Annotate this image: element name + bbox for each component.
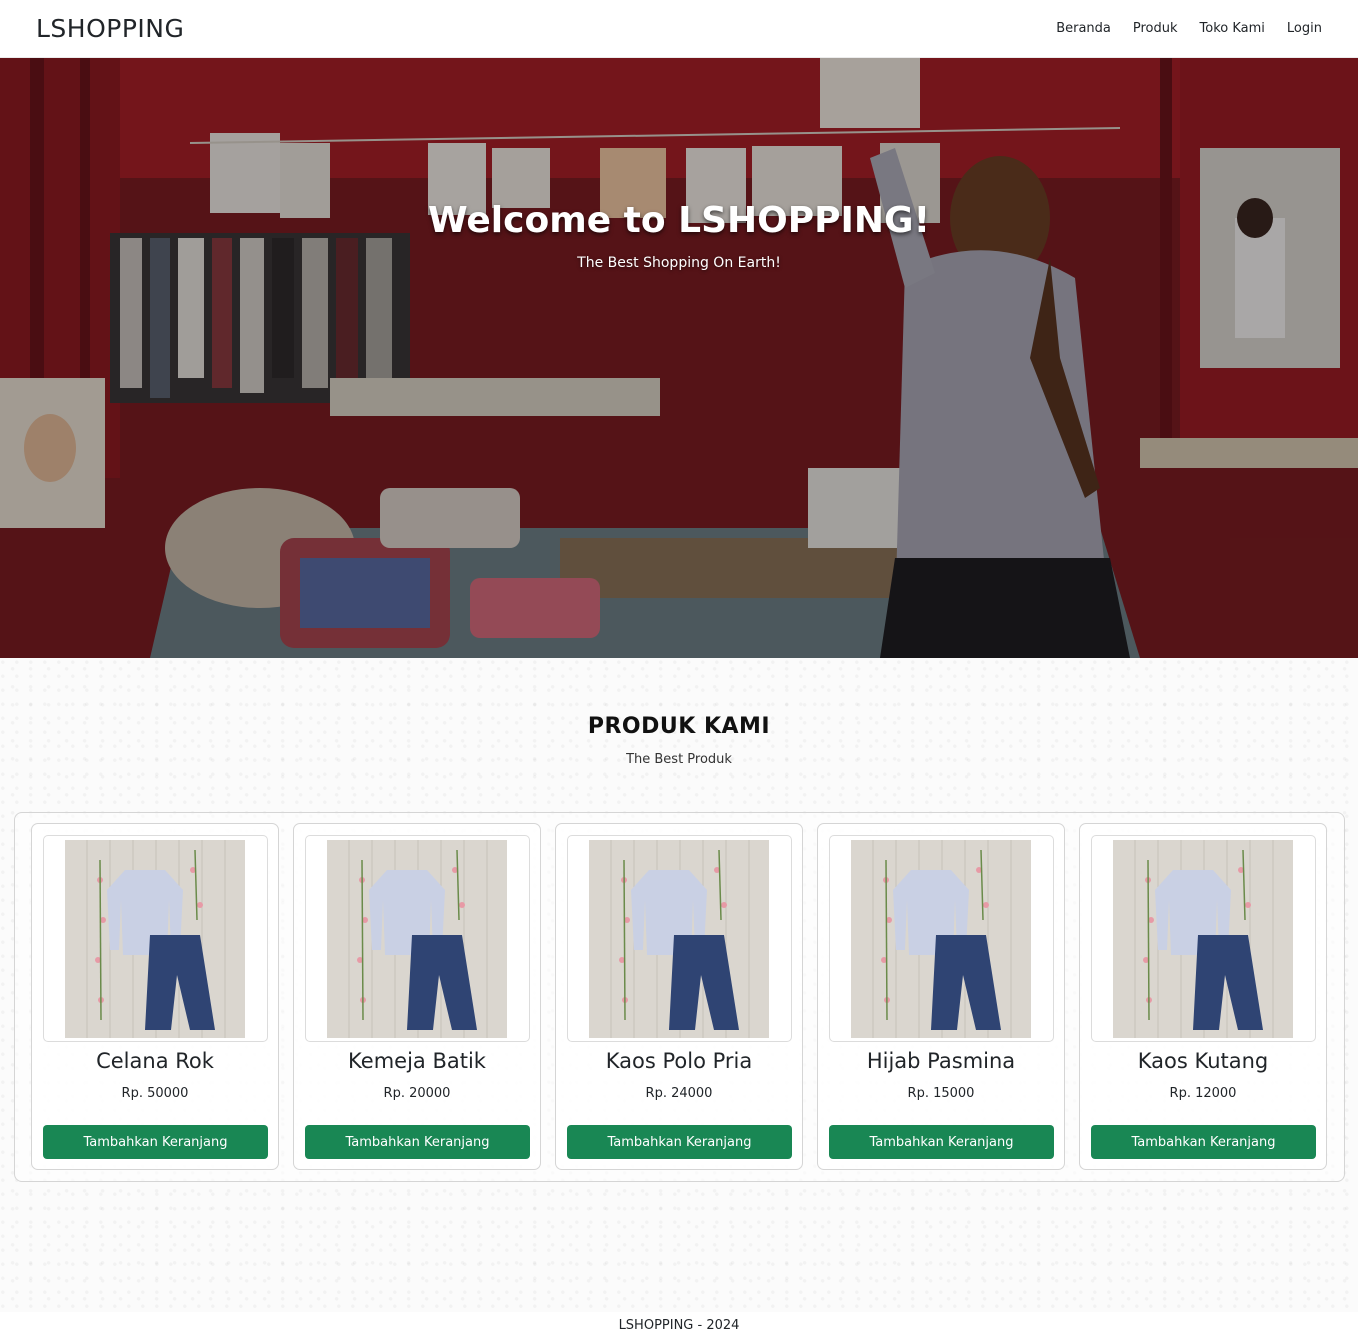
hero-title: Welcome to LSHOPPING! bbox=[427, 200, 931, 241]
product-name: Kaos Kutang bbox=[1137, 1049, 1269, 1073]
nav-link-toko-kami[interactable]: Toko Kami bbox=[1189, 21, 1276, 36]
products-section: PRODUK KAMI The Best Produk Celana Rok R… bbox=[0, 658, 1358, 1312]
footer: LSHOPPING - 2024 bbox=[0, 1312, 1358, 1340]
product-image bbox=[1091, 835, 1316, 1042]
product-image bbox=[567, 835, 792, 1042]
add-to-cart-button[interactable]: Tambahkan Keranjang bbox=[1091, 1125, 1316, 1159]
product-image bbox=[43, 835, 268, 1042]
add-to-cart-button[interactable]: Tambahkan Keranjang bbox=[43, 1125, 268, 1159]
product-card: Kaos Kutang Rp. 12000 Tambahkan Keranjan… bbox=[1079, 823, 1327, 1170]
product-name: Celana Rok bbox=[96, 1049, 214, 1073]
section-title: PRODUK KAMI bbox=[587, 714, 771, 739]
footer-text: LSHOPPING - 2024 bbox=[618, 1318, 740, 1333]
product-price: Rp. 20000 bbox=[383, 1086, 451, 1101]
add-to-cart-button[interactable]: Tambahkan Keranjang bbox=[829, 1125, 1054, 1159]
product-card: Kemeja Batik Rp. 20000 Tambahkan Keranja… bbox=[293, 823, 541, 1170]
hero-subtitle: The Best Shopping On Earth! bbox=[577, 255, 781, 271]
product-list: Celana Rok Rp. 50000 Tambahkan Keranjang… bbox=[14, 812, 1345, 1182]
navbar: LSHOPPING Beranda Produk Toko Kami Login bbox=[0, 0, 1358, 58]
add-to-cart-button[interactable]: Tambahkan Keranjang bbox=[567, 1125, 792, 1159]
product-image bbox=[305, 835, 530, 1042]
product-price: Rp. 50000 bbox=[121, 1086, 189, 1101]
nav-links: Beranda Produk Toko Kami Login bbox=[1045, 21, 1322, 36]
product-card: Kaos Polo Pria Rp. 24000 Tambahkan Keran… bbox=[555, 823, 803, 1170]
nav-link-login[interactable]: Login bbox=[1276, 21, 1322, 36]
brand-logo[interactable]: LSHOPPING bbox=[36, 14, 184, 43]
product-name: Kemeja Batik bbox=[348, 1049, 486, 1073]
nav-link-produk[interactable]: Produk bbox=[1122, 21, 1189, 36]
product-name: Hijab Pasmina bbox=[866, 1049, 1016, 1073]
product-price: Rp. 15000 bbox=[907, 1086, 975, 1101]
product-price: Rp. 24000 bbox=[645, 1086, 713, 1101]
product-price: Rp. 12000 bbox=[1169, 1086, 1237, 1101]
product-card: Celana Rok Rp. 50000 Tambahkan Keranjang bbox=[31, 823, 279, 1170]
product-image bbox=[829, 835, 1054, 1042]
hero-overlay bbox=[0, 58, 1358, 658]
section-subtitle: The Best Produk bbox=[626, 752, 732, 767]
nav-link-beranda[interactable]: Beranda bbox=[1045, 21, 1122, 36]
product-card: Hijab Pasmina Rp. 15000 Tambahkan Keranj… bbox=[817, 823, 1065, 1170]
add-to-cart-button[interactable]: Tambahkan Keranjang bbox=[305, 1125, 530, 1159]
hero-banner: Welcome to LSHOPPING! The Best Shopping … bbox=[0, 58, 1358, 658]
product-name: Kaos Polo Pria bbox=[605, 1049, 753, 1073]
